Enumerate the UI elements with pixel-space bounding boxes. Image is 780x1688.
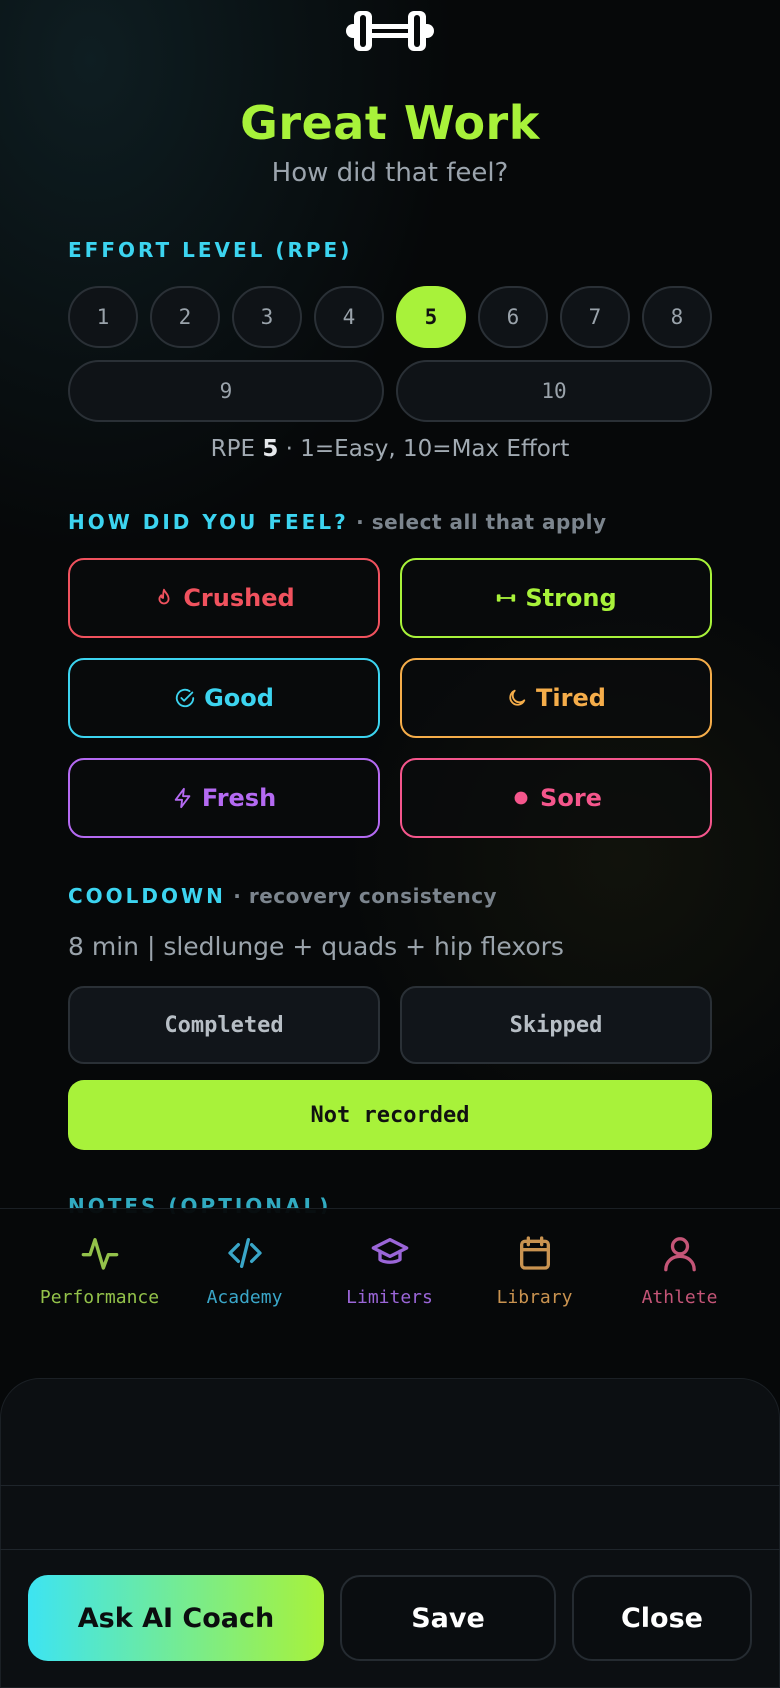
rpe-option-4[interactable]: 4 [314,286,384,348]
feel-option-good[interactable]: Good [68,658,380,738]
nav-item-label: Athlete [641,1287,718,1308]
page-subtitle: How did that feel? [271,158,509,188]
rpe-caption-value: 5 [262,436,279,462]
feel-option-crushed[interactable]: Crushed [68,558,380,638]
feel-option-sore[interactable]: Sore [400,758,712,838]
ask-ai-coach-button[interactable]: Ask AI Coach [28,1575,324,1661]
feel-option-strong[interactable]: Strong [400,558,712,638]
rpe-option-2[interactable]: 2 [150,286,220,348]
user-icon [663,1237,696,1272]
cooldown-section-label: COOLDOWN · recovery consistency [68,884,497,908]
rpe-option-5[interactable]: 5 [396,286,466,348]
divider [0,1485,780,1486]
feel-option-fresh[interactable]: Fresh [68,758,380,838]
cooldown-completed-button[interactable]: Completed [68,986,380,1064]
nav-item-academy[interactable]: Academy [172,1233,317,1308]
rpe-option-7[interactable]: 7 [560,286,630,348]
nav-item-limiters[interactable]: Limiters [317,1233,462,1308]
moon-icon [509,689,526,706]
feel-option-label: Sore [540,784,602,812]
rpe-option-3[interactable]: 3 [232,286,302,348]
feel-option-tired[interactable]: Tired [400,658,712,738]
save-button[interactable]: Save [340,1575,556,1661]
calendar-icon [519,1236,550,1270]
bottom-nav: Performance Academy Limiters Library Ath… [0,1208,780,1308]
rpe-option-10[interactable]: 10 [396,360,712,422]
nav-item-label: Academy [206,1287,283,1308]
flame-icon [158,588,170,605]
dumbbell-icon [346,11,434,51]
feel-option-label: Good [204,684,274,712]
code-icon [227,1238,262,1268]
graduation-cap-icon [371,1238,408,1264]
post-workout-screen: Great Work How did that feel? EFFORT LEV… [0,0,780,1688]
nav-item-performance[interactable]: Performance [27,1233,172,1308]
feel-option-label: Fresh [201,784,277,812]
nav-item-library[interactable]: Library [462,1233,607,1308]
rpe-caption: RPE 5 · 1=Easy, 10=Max Effort [0,436,780,462]
feel-section-label: HOW DID YOU FEEL? · select all that appl… [68,510,607,534]
dot-icon [514,791,528,805]
feel-option-label: Crushed [183,584,295,612]
nav-item-label: Performance [39,1287,160,1308]
cooldown-skipped-button[interactable]: Skipped [400,986,712,1064]
cooldown-description: 8 min | sledlunge + quads + hip flexors [68,932,564,961]
feel-option-label: Tired [536,684,606,712]
bolt-icon [174,787,191,809]
check-circle-icon [175,688,195,708]
cooldown-not-recorded-button[interactable]: Not recorded [68,1080,712,1150]
rpe-caption-suffix: · 1=Easy, 10=Max Effort [278,436,570,462]
cooldown-hint: · recovery consistency [225,884,498,908]
feel-option-label: Strong [525,584,617,612]
nav-item-label: Library [496,1287,573,1308]
rpe-caption-prefix: RPE [210,436,263,462]
page-title: Great Work [240,96,540,150]
activity-icon [81,1238,118,1270]
dumbbell-icon [497,594,516,602]
rpe-option-9[interactable]: 9 [68,360,384,422]
rpe-option-1[interactable]: 1 [68,286,138,348]
cooldown-label-text: COOLDOWN [68,884,226,908]
feel-hint: · select all that apply [348,510,607,534]
divider [0,1549,780,1550]
rpe-option-8[interactable]: 8 [642,286,712,348]
rpe-selector: 1 2 3 4 5 6 7 8 [68,286,712,348]
feel-label-text: HOW DID YOU FEEL? [68,510,349,534]
rpe-option-6[interactable]: 6 [478,286,548,348]
effort-section-label: EFFORT LEVEL (RPE) [68,238,353,262]
nav-item-athlete[interactable]: Athlete [607,1233,752,1308]
nav-item-label: Limiters [346,1287,433,1308]
close-button[interactable]: Close [572,1575,752,1661]
